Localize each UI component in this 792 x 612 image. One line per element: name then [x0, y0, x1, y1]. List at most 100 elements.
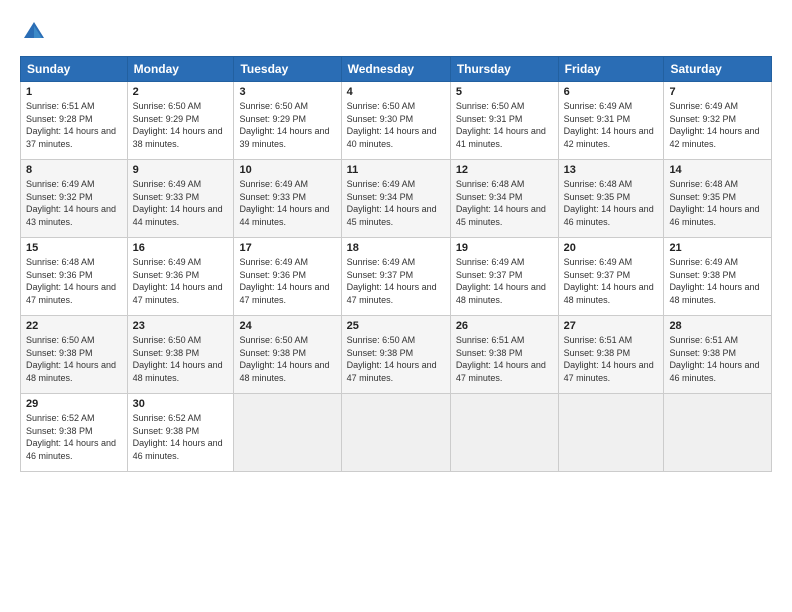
day-number: 8 [26, 164, 122, 176]
calendar-cell [234, 394, 341, 472]
day-info: Sunrise: 6:50 AM Sunset: 9:38 PM Dayligh… [133, 334, 229, 384]
day-info: Sunrise: 6:50 AM Sunset: 9:38 PM Dayligh… [26, 334, 122, 384]
day-number: 16 [133, 242, 229, 254]
day-info: Sunrise: 6:51 AM Sunset: 9:38 PM Dayligh… [564, 334, 659, 384]
day-info: Sunrise: 6:49 AM Sunset: 9:38 PM Dayligh… [669, 256, 766, 306]
weekday-header-wednesday: Wednesday [341, 57, 450, 82]
calendar-week-row: 29 Sunrise: 6:52 AM Sunset: 9:38 PM Dayl… [21, 394, 772, 472]
day-info: Sunrise: 6:50 AM Sunset: 9:29 PM Dayligh… [133, 100, 229, 150]
day-info: Sunrise: 6:48 AM Sunset: 9:35 PM Dayligh… [564, 178, 659, 228]
weekday-header-tuesday: Tuesday [234, 57, 341, 82]
calendar-cell: 10 Sunrise: 6:49 AM Sunset: 9:33 PM Dayl… [234, 160, 341, 238]
calendar-cell: 6 Sunrise: 6:49 AM Sunset: 9:31 PM Dayli… [558, 82, 664, 160]
calendar-cell: 27 Sunrise: 6:51 AM Sunset: 9:38 PM Dayl… [558, 316, 664, 394]
day-info: Sunrise: 6:48 AM Sunset: 9:35 PM Dayligh… [669, 178, 766, 228]
weekday-header-monday: Monday [127, 57, 234, 82]
day-number: 11 [347, 164, 445, 176]
day-info: Sunrise: 6:50 AM Sunset: 9:38 PM Dayligh… [239, 334, 335, 384]
day-number: 28 [669, 320, 766, 332]
day-info: Sunrise: 6:49 AM Sunset: 9:36 PM Dayligh… [239, 256, 335, 306]
calendar-cell: 19 Sunrise: 6:49 AM Sunset: 9:37 PM Dayl… [450, 238, 558, 316]
calendar-cell: 14 Sunrise: 6:48 AM Sunset: 9:35 PM Dayl… [664, 160, 772, 238]
calendar-week-row: 1 Sunrise: 6:51 AM Sunset: 9:28 PM Dayli… [21, 82, 772, 160]
calendar-cell [664, 394, 772, 472]
day-number: 26 [456, 320, 553, 332]
day-info: Sunrise: 6:49 AM Sunset: 9:32 PM Dayligh… [26, 178, 122, 228]
day-info: Sunrise: 6:51 AM Sunset: 9:28 PM Dayligh… [26, 100, 122, 150]
day-number: 27 [564, 320, 659, 332]
weekday-header-sunday: Sunday [21, 57, 128, 82]
day-number: 9 [133, 164, 229, 176]
calendar-header-row: SundayMondayTuesdayWednesdayThursdayFrid… [21, 57, 772, 82]
day-info: Sunrise: 6:49 AM Sunset: 9:34 PM Dayligh… [347, 178, 445, 228]
day-info: Sunrise: 6:51 AM Sunset: 9:38 PM Dayligh… [456, 334, 553, 384]
calendar-cell: 15 Sunrise: 6:48 AM Sunset: 9:36 PM Dayl… [21, 238, 128, 316]
day-info: Sunrise: 6:48 AM Sunset: 9:34 PM Dayligh… [456, 178, 553, 228]
calendar-cell: 30 Sunrise: 6:52 AM Sunset: 9:38 PM Dayl… [127, 394, 234, 472]
day-number: 3 [239, 86, 335, 98]
page: SundayMondayTuesdayWednesdayThursdayFrid… [0, 0, 792, 612]
calendar-cell: 12 Sunrise: 6:48 AM Sunset: 9:34 PM Dayl… [450, 160, 558, 238]
calendar-table: SundayMondayTuesdayWednesdayThursdayFrid… [20, 56, 772, 472]
day-info: Sunrise: 6:50 AM Sunset: 9:29 PM Dayligh… [239, 100, 335, 150]
logo-icon [20, 18, 48, 46]
day-number: 25 [347, 320, 445, 332]
day-number: 2 [133, 86, 229, 98]
day-info: Sunrise: 6:49 AM Sunset: 9:33 PM Dayligh… [133, 178, 229, 228]
calendar-cell: 16 Sunrise: 6:49 AM Sunset: 9:36 PM Dayl… [127, 238, 234, 316]
day-number: 24 [239, 320, 335, 332]
calendar-cell: 2 Sunrise: 6:50 AM Sunset: 9:29 PM Dayli… [127, 82, 234, 160]
day-info: Sunrise: 6:49 AM Sunset: 9:33 PM Dayligh… [239, 178, 335, 228]
weekday-header-thursday: Thursday [450, 57, 558, 82]
day-number: 4 [347, 86, 445, 98]
day-number: 30 [133, 398, 229, 410]
day-info: Sunrise: 6:49 AM Sunset: 9:31 PM Dayligh… [564, 100, 659, 150]
day-info: Sunrise: 6:52 AM Sunset: 9:38 PM Dayligh… [26, 412, 122, 462]
calendar-cell [450, 394, 558, 472]
day-number: 7 [669, 86, 766, 98]
calendar-cell [341, 394, 450, 472]
calendar-cell: 23 Sunrise: 6:50 AM Sunset: 9:38 PM Dayl… [127, 316, 234, 394]
calendar-cell: 24 Sunrise: 6:50 AM Sunset: 9:38 PM Dayl… [234, 316, 341, 394]
day-number: 29 [26, 398, 122, 410]
header [20, 18, 772, 46]
calendar-week-row: 22 Sunrise: 6:50 AM Sunset: 9:38 PM Dayl… [21, 316, 772, 394]
day-number: 22 [26, 320, 122, 332]
calendar-cell: 1 Sunrise: 6:51 AM Sunset: 9:28 PM Dayli… [21, 82, 128, 160]
day-info: Sunrise: 6:50 AM Sunset: 9:38 PM Dayligh… [347, 334, 445, 384]
weekday-header-friday: Friday [558, 57, 664, 82]
day-info: Sunrise: 6:49 AM Sunset: 9:37 PM Dayligh… [456, 256, 553, 306]
calendar-cell: 26 Sunrise: 6:51 AM Sunset: 9:38 PM Dayl… [450, 316, 558, 394]
day-number: 23 [133, 320, 229, 332]
calendar-cell: 13 Sunrise: 6:48 AM Sunset: 9:35 PM Dayl… [558, 160, 664, 238]
day-number: 6 [564, 86, 659, 98]
day-info: Sunrise: 6:52 AM Sunset: 9:38 PM Dayligh… [133, 412, 229, 462]
calendar-cell: 7 Sunrise: 6:49 AM Sunset: 9:32 PM Dayli… [664, 82, 772, 160]
calendar-cell: 29 Sunrise: 6:52 AM Sunset: 9:38 PM Dayl… [21, 394, 128, 472]
calendar-cell: 3 Sunrise: 6:50 AM Sunset: 9:29 PM Dayli… [234, 82, 341, 160]
calendar-cell: 11 Sunrise: 6:49 AM Sunset: 9:34 PM Dayl… [341, 160, 450, 238]
day-number: 21 [669, 242, 766, 254]
calendar-cell [558, 394, 664, 472]
weekday-header-saturday: Saturday [664, 57, 772, 82]
day-number: 20 [564, 242, 659, 254]
day-number: 13 [564, 164, 659, 176]
calendar-week-row: 15 Sunrise: 6:48 AM Sunset: 9:36 PM Dayl… [21, 238, 772, 316]
day-number: 12 [456, 164, 553, 176]
calendar-cell: 20 Sunrise: 6:49 AM Sunset: 9:37 PM Dayl… [558, 238, 664, 316]
day-info: Sunrise: 6:49 AM Sunset: 9:37 PM Dayligh… [564, 256, 659, 306]
calendar-cell: 22 Sunrise: 6:50 AM Sunset: 9:38 PM Dayl… [21, 316, 128, 394]
day-info: Sunrise: 6:50 AM Sunset: 9:30 PM Dayligh… [347, 100, 445, 150]
day-number: 1 [26, 86, 122, 98]
day-number: 5 [456, 86, 553, 98]
day-info: Sunrise: 6:49 AM Sunset: 9:32 PM Dayligh… [669, 100, 766, 150]
calendar-cell: 9 Sunrise: 6:49 AM Sunset: 9:33 PM Dayli… [127, 160, 234, 238]
calendar-cell: 8 Sunrise: 6:49 AM Sunset: 9:32 PM Dayli… [21, 160, 128, 238]
day-number: 14 [669, 164, 766, 176]
day-info: Sunrise: 6:50 AM Sunset: 9:31 PM Dayligh… [456, 100, 553, 150]
day-number: 19 [456, 242, 553, 254]
calendar-cell: 25 Sunrise: 6:50 AM Sunset: 9:38 PM Dayl… [341, 316, 450, 394]
calendar-cell: 28 Sunrise: 6:51 AM Sunset: 9:38 PM Dayl… [664, 316, 772, 394]
calendar-cell: 18 Sunrise: 6:49 AM Sunset: 9:37 PM Dayl… [341, 238, 450, 316]
calendar-cell: 17 Sunrise: 6:49 AM Sunset: 9:36 PM Dayl… [234, 238, 341, 316]
